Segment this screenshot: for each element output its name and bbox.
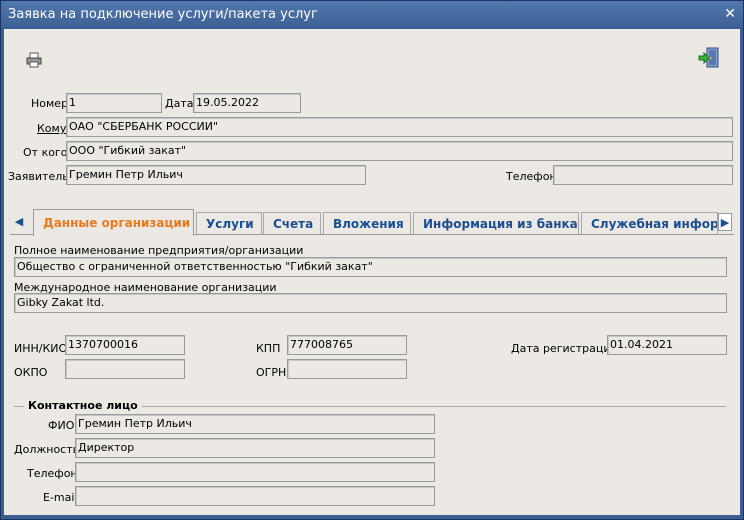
inn-field[interactable]: 1370700016 (65, 335, 185, 355)
tab-accounts[interactable]: Счета (263, 212, 321, 235)
full-name-label: Полное наименование предприятия/организа… (14, 244, 304, 257)
full-name-field[interactable]: Общество с ограниченной ответственностью… (14, 257, 727, 277)
to-label-text[interactable]: Кому (37, 122, 66, 135)
applicant-label: Заявитель (8, 170, 69, 183)
window-title: Заявка на подключение услуги/пакета услу… (8, 7, 318, 22)
reg-date-label: Дата регистрации (511, 342, 618, 355)
number-field[interactable]: 1 (66, 93, 162, 113)
from-field[interactable]: ООО "Гибкий закат" (66, 141, 733, 161)
tab-attachments[interactable]: Вложения (323, 212, 411, 235)
kpp-label: КПП (256, 342, 281, 355)
phone-field[interactable] (553, 165, 733, 185)
kpp-field[interactable]: 777008765 (287, 335, 407, 355)
position-field[interactable]: Директор (75, 438, 435, 458)
tab-scroll-right-icon[interactable]: ▶ (718, 213, 732, 231)
fio-field[interactable]: Гремин Петр Ильич (75, 414, 435, 434)
contact-phone-label: Телефон (27, 467, 78, 480)
position-label: Должность (14, 443, 80, 456)
from-label: От кого (23, 146, 68, 159)
title-bar[interactable]: Заявка на подключение услуги/пакета услу… (1, 1, 743, 29)
intl-name-field[interactable]: Gibky Zakat ltd. (14, 293, 727, 313)
email-label: E-mail (43, 491, 78, 504)
exit-door-icon[interactable] (698, 47, 720, 69)
contact-phone-field[interactable] (75, 462, 435, 482)
printer-icon[interactable] (26, 52, 42, 68)
date-field[interactable]: 19.05.2022 (193, 93, 301, 113)
to-field[interactable]: ОАО "СБЕРБАНК РОССИИ" (66, 117, 733, 137)
email-field[interactable] (75, 486, 435, 506)
tab-bank-info[interactable]: Информация из банка (413, 212, 579, 235)
contact-group-title: Контактное лицо (24, 399, 142, 412)
to-label[interactable]: Кому (37, 122, 66, 135)
tab-services[interactable]: Услуги (196, 212, 262, 235)
phone-label: Телефон (506, 170, 557, 183)
okpo-field[interactable] (65, 359, 185, 379)
reg-date-field[interactable]: 01.04.2021 (607, 335, 727, 355)
date-label: Дата (165, 97, 194, 110)
applicant-field[interactable]: Гремин Петр Ильич (66, 165, 366, 185)
fio-label: ФИО (48, 419, 75, 432)
inn-label: ИНН/КИО (14, 342, 68, 355)
tab-strip: ◀ Данные организации Услуги Счета Вложен… (12, 209, 732, 236)
okpo-label: ОКПО (14, 366, 48, 379)
tab-service-info[interactable]: Служебная информ (581, 212, 718, 235)
dialog-client: Номер 1 Дата 19.05.2022 Кому ОАО "СБЕРБА… (4, 29, 740, 515)
ogrn-field[interactable] (287, 359, 407, 379)
dialog-window: Заявка на подключение услуги/пакета услу… (0, 0, 744, 520)
tab-org-data[interactable]: Данные организации (33, 209, 194, 236)
close-icon[interactable]: ✕ (724, 6, 736, 22)
tab-scroll-left-icon[interactable]: ◀ (12, 213, 26, 231)
ogrn-label: ОГРН (256, 366, 287, 379)
number-label: Номер (31, 97, 69, 110)
